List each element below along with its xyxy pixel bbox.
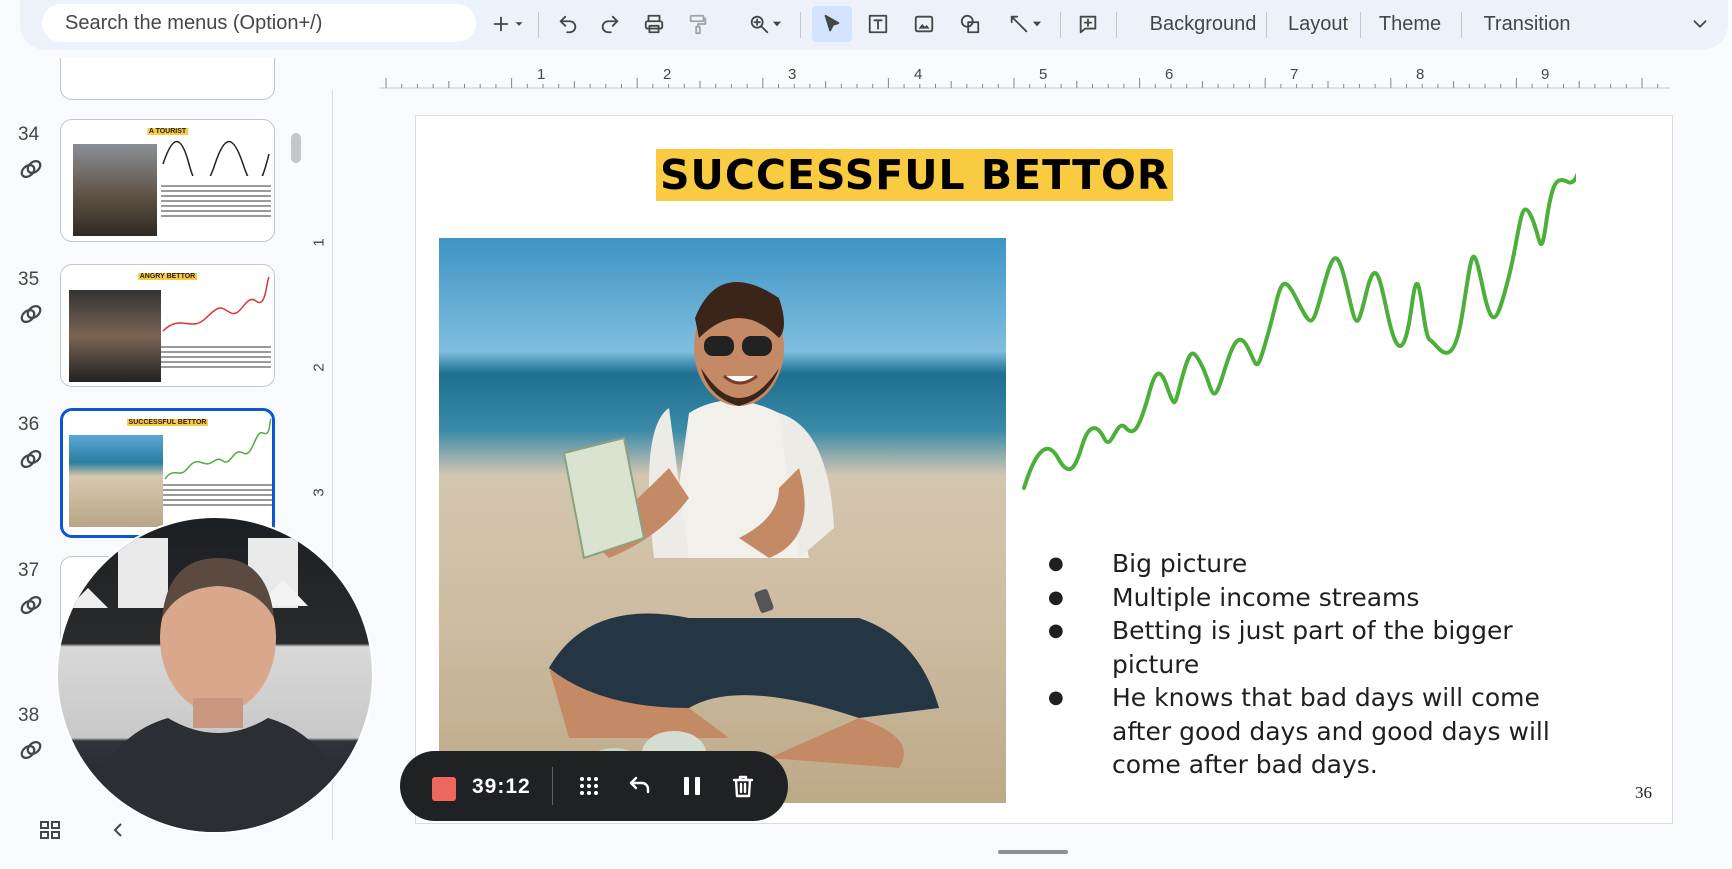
cursor-icon <box>824 14 840 32</box>
ruler-label: 2 <box>663 66 672 83</box>
undo-button[interactable] <box>550 6 586 42</box>
delete-recording-button[interactable] <box>730 773 756 799</box>
search-menus-input[interactable]: Search the menus (Option+/) <box>42 4 476 42</box>
print-icon <box>644 14 664 34</box>
bullet-item: He knows that bad days will come after g… <box>1038 681 1598 782</box>
background-button[interactable]: Background <box>1128 6 1278 42</box>
stop-recording-button[interactable] <box>432 777 456 801</box>
textbox-tool[interactable] <box>860 6 896 42</box>
slide-number: 35 <box>18 269 40 290</box>
slide-canvas[interactable]: SUCCESSFUL BETTOR ● Big picture ● Multip… <box>416 116 1672 823</box>
ruler-label: 7 <box>1290 66 1299 83</box>
restart-recording-button[interactable] <box>627 773 653 799</box>
chevron-down-icon <box>772 21 782 27</box>
layout-button[interactable]: Layout <box>1278 6 1358 42</box>
slide-photo[interactable] <box>439 238 1006 803</box>
shape-tool[interactable] <box>952 6 988 42</box>
redo-button[interactable] <box>592 6 628 42</box>
zoom-button[interactable] <box>738 6 794 42</box>
undo-icon <box>559 15 577 34</box>
line-icon <box>1010 15 1028 33</box>
link-icon <box>18 156 44 182</box>
thumbnail-photo <box>73 144 157 236</box>
bullet-list[interactable]: Big picture Multiple income streams Bett… <box>1038 547 1598 782</box>
slide-page-number: 36 <box>1635 783 1652 802</box>
slide-thumbnail-34[interactable]: A TOURIST <box>60 119 275 242</box>
chevron-down-icon <box>1693 20 1707 28</box>
line-tool[interactable] <box>998 6 1054 42</box>
link-icon <box>18 592 44 618</box>
plus-icon <box>493 16 509 32</box>
ruler-label: 1 <box>537 66 546 83</box>
slide-number: 34 <box>18 124 40 145</box>
screen-recorder-bar: 39:12 <box>400 751 788 821</box>
slide-thumbnail-33[interactable] <box>60 58 275 100</box>
ruler-label: 6 <box>1165 66 1174 83</box>
transition-button[interactable]: Transition <box>1472 6 1582 42</box>
ruler-label: 2 <box>310 363 328 372</box>
paint-format-button[interactable] <box>680 6 716 42</box>
collapse-toolbar-button[interactable] <box>1682 6 1718 42</box>
slide-number: 36 <box>18 414 40 435</box>
chevron-left-icon <box>113 823 122 837</box>
trash-icon <box>732 775 754 798</box>
undo-icon <box>629 776 650 794</box>
ruler-label: 9 <box>1541 66 1550 83</box>
add-comment-button[interactable] <box>1070 6 1106 42</box>
textbox-icon <box>868 14 888 34</box>
redo-icon <box>601 15 619 34</box>
select-tool[interactable] <box>812 6 852 42</box>
chevron-down-icon <box>1032 21 1042 27</box>
link-icon <box>18 737 44 763</box>
pause-icon <box>684 777 700 795</box>
grid-icon <box>40 821 60 839</box>
growth-line <box>1022 172 1576 490</box>
paint-format-icon <box>689 14 707 35</box>
comment-icon <box>1079 15 1097 34</box>
growth-line-graphic <box>164 419 272 480</box>
horizontal-ruler: 1 2 3 4 5 6 7 8 9 <box>380 66 1670 90</box>
theme-button[interactable]: Theme <box>1370 6 1450 42</box>
ruler-label: 3 <box>788 66 797 83</box>
toolbar: Search the menus (Option+/) Background L… <box>20 0 1728 50</box>
ruler-label: 1 <box>310 238 328 247</box>
ruler-label: 5 <box>1039 66 1048 83</box>
ruler-label: 3 <box>310 488 328 497</box>
presenter-video <box>68 538 358 832</box>
zoom-icon <box>750 15 769 34</box>
drag-handle[interactable] <box>576 773 602 799</box>
webcam-bubble[interactable] <box>56 516 374 834</box>
ruler-label: 8 <box>1416 66 1425 83</box>
print-button[interactable] <box>636 6 672 42</box>
bullet-item: Big picture <box>1038 547 1598 581</box>
filmstrip-scrollbar[interactable] <box>291 133 301 163</box>
wave-graphic <box>162 141 270 176</box>
new-slide-button[interactable] <box>480 6 536 42</box>
link-icon <box>18 446 44 472</box>
growth-line-chart[interactable] <box>1016 116 1576 516</box>
shape-icon <box>960 14 980 34</box>
slide-number: 37 <box>18 560 40 581</box>
bullet-item: Betting is just part of the bigger pictu… <box>1038 614 1598 681</box>
grid-view-button[interactable] <box>38 818 62 847</box>
image-icon <box>914 15 934 33</box>
drag-dots-icon <box>580 777 598 795</box>
thumbnail-photo <box>69 290 161 382</box>
collapse-filmstrip-button[interactable] <box>106 818 130 847</box>
bullet-item: Multiple income streams <box>1038 581 1598 615</box>
speaker-notes-resize-handle[interactable] <box>998 850 1068 854</box>
ruler-label: 4 <box>914 66 923 83</box>
image-tool[interactable] <box>906 6 942 42</box>
link-icon <box>18 301 44 327</box>
pause-recording-button[interactable] <box>679 773 705 799</box>
slide-number: 38 <box>18 705 40 726</box>
recording-timer: 39:12 <box>472 775 531 798</box>
chevron-down-icon <box>515 22 523 26</box>
beach-man-image <box>549 282 939 793</box>
slide-thumbnail-35[interactable]: ANGRY BETTOR <box>60 264 275 387</box>
thumbnail-photo <box>69 435 163 527</box>
squiggle-graphic <box>162 276 270 332</box>
